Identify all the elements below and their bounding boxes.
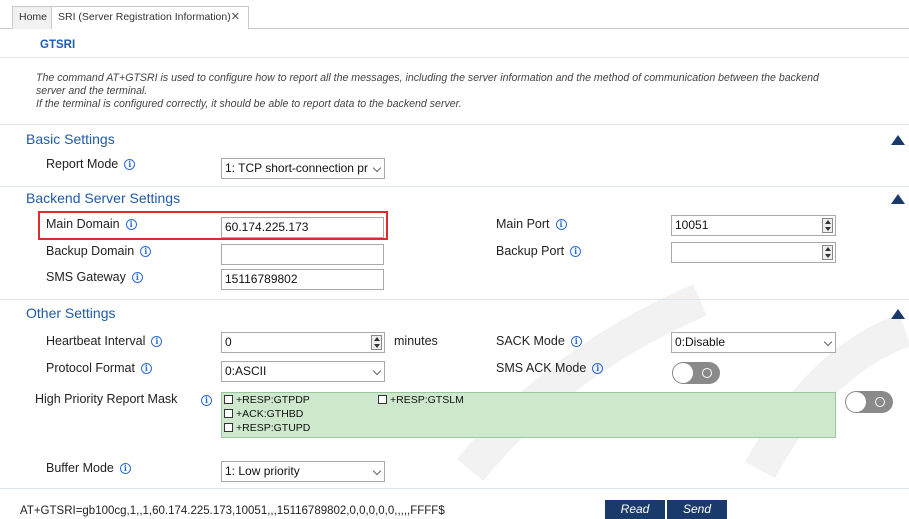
checkbox[interactable] xyxy=(224,409,233,418)
info-icon[interactable]: i xyxy=(125,219,137,230)
checkbox[interactable] xyxy=(224,423,233,432)
main-port-input[interactable]: 10051 xyxy=(671,215,836,236)
section-title-backend: Backend Server Settings xyxy=(26,190,181,206)
section-title-basic: Basic Settings xyxy=(26,131,115,147)
chevron-down-icon xyxy=(372,366,382,376)
backup-domain-label: Backup Domain i xyxy=(46,244,152,258)
info-icon[interactable]: i xyxy=(555,219,567,230)
checkbox[interactable] xyxy=(378,395,387,404)
checkbox[interactable] xyxy=(224,395,233,404)
divider xyxy=(0,186,909,187)
heartbeat-input[interactable]: 0 xyxy=(221,332,385,353)
toggle-ring-icon xyxy=(875,397,885,407)
sms-ack-label: SMS ACK Mode i xyxy=(496,361,604,375)
collapse-arrow-icon[interactable] xyxy=(891,309,905,319)
sms-gateway-input[interactable]: 15116789802 xyxy=(221,269,384,290)
chevron-down-icon xyxy=(823,337,833,347)
info-icon[interactable]: i xyxy=(151,336,163,347)
buffer-mode-label: Buffer Mode i xyxy=(46,461,131,475)
toggle-knob xyxy=(673,363,693,383)
info-icon[interactable]: i xyxy=(570,246,582,257)
chevron-down-icon xyxy=(372,466,382,476)
command-description: The command AT+GTSRI is used to configur… xyxy=(36,72,901,111)
main-domain-input[interactable]: 60.174.225.173 xyxy=(221,217,384,238)
divider xyxy=(0,57,909,58)
sack-mode-label: SACK Mode i xyxy=(496,334,582,348)
description-line: The command AT+GTSRI is used to configur… xyxy=(36,72,819,84)
report-mode-select[interactable]: 1: TCP short-connection pr xyxy=(221,158,385,179)
info-icon[interactable]: i xyxy=(119,463,131,474)
chevron-down-icon xyxy=(372,163,382,173)
sms-gateway-label: SMS Gateway i xyxy=(46,270,143,284)
backup-port-label: Backup Port i xyxy=(496,244,582,258)
buffer-mode-select[interactable]: 1: Low priority xyxy=(221,461,385,482)
divider xyxy=(0,488,909,489)
info-icon[interactable]: i xyxy=(592,363,604,374)
spinner-icon[interactable] xyxy=(822,245,833,260)
toggle-ring-icon xyxy=(702,368,712,378)
report-mode-label: Report Mode i xyxy=(46,157,136,171)
high-priority-toggle[interactable] xyxy=(845,391,893,413)
heartbeat-label: Heartbeat Interval i xyxy=(46,334,163,348)
mask-option[interactable]: +RESP:GTSLM xyxy=(378,395,464,406)
high-priority-label: High Priority Report Mask xyxy=(35,392,178,406)
protocol-format-label: Protocol Format i xyxy=(46,361,152,375)
at-command-output: AT+GTSRI=gb100cg,1,,1,60.174.225.173,100… xyxy=(20,505,445,517)
backup-domain-input[interactable] xyxy=(221,244,384,265)
sack-mode-select[interactable]: 0:Disable xyxy=(671,332,836,353)
tab-sri[interactable]: SRI (Server Registration Information) ✕ xyxy=(52,6,249,29)
mask-option[interactable]: +RESP:GTUPD xyxy=(224,423,310,434)
description-line: server and the terminal. xyxy=(36,85,148,97)
info-icon[interactable]: i xyxy=(124,159,136,170)
toggle-knob xyxy=(846,392,866,412)
main-domain-label: Main Domain i xyxy=(46,217,137,231)
close-icon[interactable]: ✕ xyxy=(231,7,240,28)
info-icon[interactable]: i xyxy=(570,336,582,347)
collapse-arrow-icon[interactable] xyxy=(891,194,905,204)
spinner-icon[interactable] xyxy=(822,218,833,233)
tab-home-label: Home xyxy=(19,11,48,23)
info-icon[interactable]: i xyxy=(131,272,143,283)
mask-option[interactable]: +ACK:GTHBD xyxy=(224,409,303,420)
collapse-arrow-icon[interactable] xyxy=(891,135,905,145)
tab-bar: Home SRI (Server Registration Informatio… xyxy=(0,0,909,29)
main-port-label: Main Port i xyxy=(496,217,567,231)
description-line: If the terminal is configured correctly,… xyxy=(36,98,462,110)
divider xyxy=(0,124,909,125)
command-title: GTSRI xyxy=(40,39,76,51)
backup-port-input[interactable] xyxy=(671,242,836,263)
report-mask-panel: +RESP:GTPDP +RESP:GTSLM +ACK:GTHBD +RESP… xyxy=(221,392,836,438)
info-icon[interactable]: i xyxy=(201,395,212,406)
info-icon[interactable]: i xyxy=(140,246,152,257)
spinner-icon[interactable] xyxy=(371,335,382,350)
send-button[interactable]: Send xyxy=(667,500,727,519)
sms-ack-toggle[interactable] xyxy=(672,362,720,384)
divider xyxy=(0,299,909,300)
section-title-other: Other Settings xyxy=(26,305,116,321)
tab-sri-label: SRI (Server Registration Information) xyxy=(58,11,231,23)
tab-home[interactable]: Home xyxy=(12,6,52,29)
read-button[interactable]: Read xyxy=(605,500,665,519)
mask-option[interactable]: +RESP:GTPDP xyxy=(224,395,310,406)
heartbeat-unit: minutes xyxy=(394,334,438,348)
protocol-format-select[interactable]: 0:ASCII xyxy=(221,361,385,382)
info-icon[interactable]: i xyxy=(140,363,152,374)
